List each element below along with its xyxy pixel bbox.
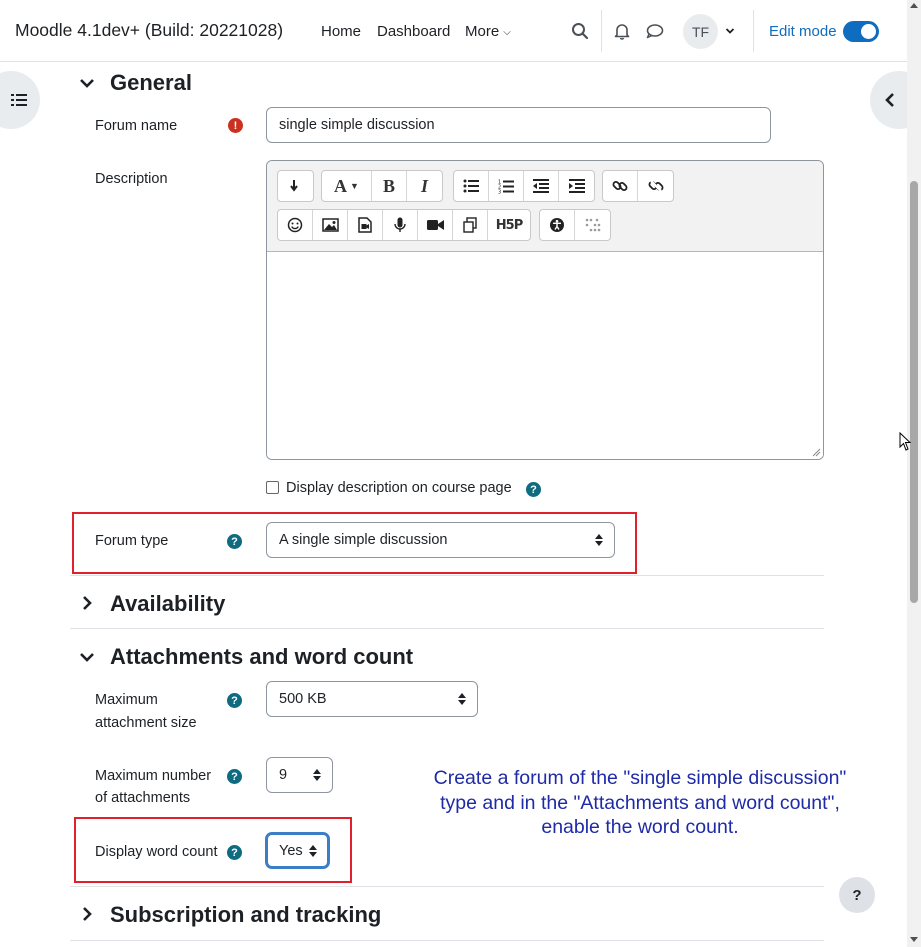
emoji-icon[interactable] [278,210,313,240]
edit-mode-label: Edit mode [769,23,837,40]
notifications-bell-icon[interactable] [611,20,633,42]
required-icon: ! [228,118,243,133]
annotation-box-word-count [74,817,352,883]
section-availability-title[interactable]: Availability [110,591,225,617]
max-attachment-size-value: 500 KB [279,691,327,707]
task-instruction: Create a forum of the "single simple dis… [392,766,888,840]
indent-icon[interactable] [559,171,594,201]
resize-grip-icon[interactable] [812,448,821,457]
annotation-box-forum-type [72,512,637,574]
bold-icon[interactable]: B [372,171,407,201]
instruction-line: Create a forum of the "single simple dis… [433,767,847,789]
edit-mode-toggle[interactable] [843,21,879,42]
section-divider [70,940,824,941]
record-audio-icon[interactable] [383,210,418,240]
section-attachments-title[interactable]: Attachments and word count [110,644,413,670]
toolbar-group-insert: H5P [277,209,531,241]
scroll-up-arrow-icon[interactable] [910,3,918,8]
display-description-label[interactable]: Display description on course page [286,477,512,499]
user-avatar[interactable]: TF [683,14,718,49]
description-label: Description [95,171,168,187]
help-icon[interactable]: ? [227,769,242,784]
nav-more-menu[interactable]: More ⌵ [465,23,511,40]
accessibility-checker-icon[interactable] [540,210,575,240]
image-icon[interactable] [313,210,348,240]
site-name[interactable]: Moodle 4.1dev+ (Build: 20221028) [15,20,283,41]
record-video-icon[interactable] [418,210,453,240]
insert-paragraph-icon[interactable] [278,171,313,201]
messages-icon[interactable] [643,20,665,42]
scroll-down-arrow-icon[interactable] [910,937,918,942]
screenreader-helper-icon[interactable] [575,210,610,240]
display-description-checkbox[interactable] [266,481,279,494]
max-attachments-value: 9 [279,767,288,783]
user-menu-chevron-icon[interactable] [720,20,740,42]
toolbar-group-style: A ▼ B I [321,170,443,202]
nav-dashboard-link[interactable]: Dashboard [377,23,450,40]
instruction-line: enable the word count. [541,816,739,838]
unlink-icon[interactable] [638,171,673,201]
toolbar-group-links [602,170,674,202]
editor-content-area[interactable] [267,252,823,459]
nav-more-label: More [465,23,500,40]
mouse-cursor-icon [899,432,911,451]
toolbar-group-paragraph [277,170,314,202]
max-attachments-label-line1: Maximum number [95,768,212,784]
max-attachments-label-line2: of attachments [95,790,191,806]
toolbar-group-accessibility [539,209,611,241]
section-divider [70,628,824,629]
help-icon[interactable]: ? [526,482,541,497]
max-attachment-size-label-line1: Maximum [95,692,158,708]
select-arrows-icon [313,769,321,781]
scroll-thumb[interactable] [910,181,918,603]
nav-home-link[interactable]: Home [321,23,361,40]
section-divider [70,575,824,576]
chevron-down-icon[interactable] [79,649,95,665]
help-icon[interactable]: ? [227,693,242,708]
page-scrollbar[interactable] [907,0,921,947]
description-editor: A ▼ B I 123 H5P [266,160,824,460]
search-icon[interactable] [569,20,591,42]
max-attachment-size-select[interactable]: 500 KB [266,681,478,717]
italic-icon[interactable]: I [407,171,442,201]
outdent-icon[interactable] [524,171,559,201]
chevron-left-icon [885,93,894,107]
svg-text:3: 3 [498,189,501,194]
h5p-icon[interactable]: H5P [488,210,530,240]
toolbar-group-lists: 123 [453,170,595,202]
section-divider [70,886,824,887]
max-attachments-select[interactable]: 9 [266,757,333,793]
section-general-title[interactable]: General [110,70,192,96]
list-icon [11,94,27,106]
course-index-drawer-button[interactable] [0,71,40,129]
max-attachment-size-label-line2: attachment size [95,715,197,731]
instruction-line: type and in the "Attachments and word co… [440,791,840,814]
forum-name-input[interactable]: single simple discussion [266,107,771,143]
select-arrows-icon [458,693,466,705]
chevron-right-icon[interactable] [79,906,95,922]
chevron-right-icon[interactable] [79,595,95,611]
section-subscription-title[interactable]: Subscription and tracking [110,902,381,928]
navbar-divider [753,10,754,52]
font-style-icon[interactable]: A ▼ [322,171,372,201]
link-icon[interactable] [603,171,638,201]
chevron-down-icon: ⌵ [503,27,511,38]
top-navbar: Moodle 4.1dev+ (Build: 20221028) Home Da… [0,0,907,62]
chevron-down-icon[interactable] [79,75,95,91]
forum-name-label: Forum name [95,118,178,134]
navbar-divider [601,10,602,52]
help-footer-button[interactable]: ? [839,877,875,913]
unordered-list-icon[interactable] [454,171,489,201]
ordered-list-icon[interactable]: 123 [489,171,524,201]
editor-toolbar: A ▼ B I 123 H5P [267,161,823,252]
manage-files-icon[interactable] [453,210,488,240]
media-icon[interactable] [348,210,383,240]
